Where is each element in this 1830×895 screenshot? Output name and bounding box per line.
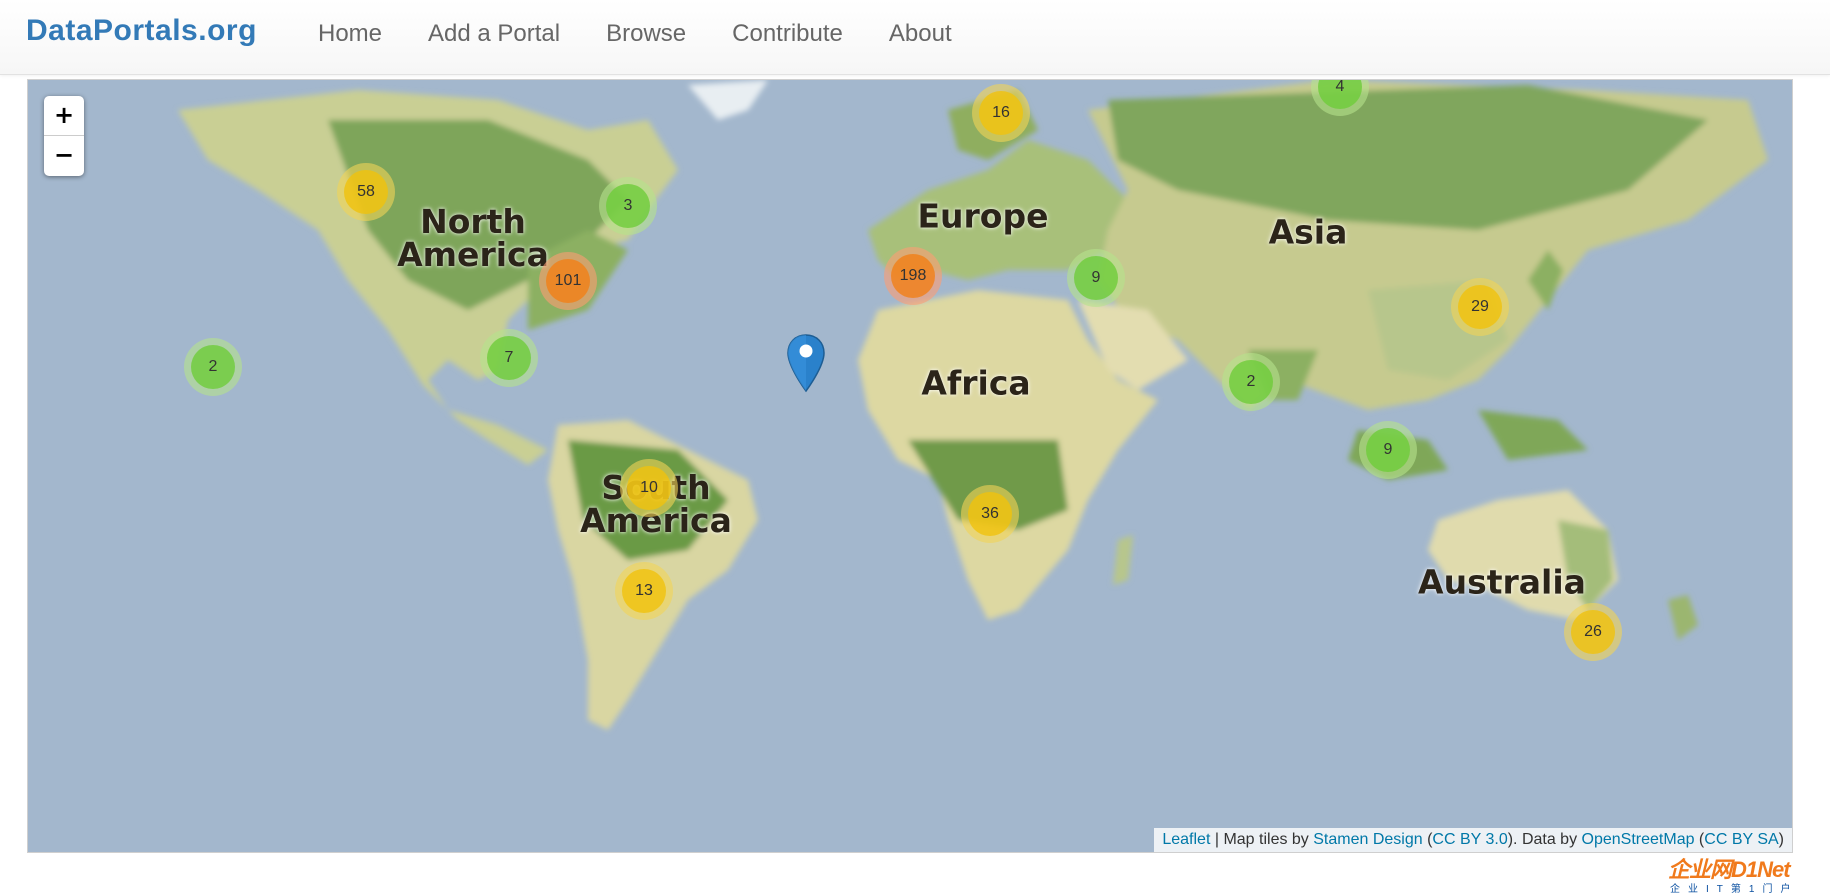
attribution-text: ( bbox=[1422, 831, 1433, 848]
cluster-count: 16 bbox=[979, 91, 1023, 135]
attribution-text: ( bbox=[1694, 831, 1705, 848]
cluster-count: 29 bbox=[1458, 285, 1502, 329]
nav-contribute[interactable]: Contribute bbox=[732, 20, 843, 48]
continent-label-asia: Asia bbox=[1269, 216, 1348, 249]
continent-label-north-america: North America bbox=[397, 205, 549, 271]
main-nav: Home Add a Portal Browse Contribute Abou… bbox=[295, 0, 975, 68]
stamen-design-link[interactable]: Stamen Design bbox=[1313, 831, 1422, 848]
map-attribution: Leaflet | Map tiles by Stamen Design (CC… bbox=[1154, 828, 1792, 852]
cluster-count: 7 bbox=[487, 336, 531, 380]
nav-about[interactable]: About bbox=[889, 20, 952, 48]
continent-name: Australia bbox=[1418, 562, 1586, 602]
cluster-marker[interactable]: 101 bbox=[539, 252, 597, 310]
nav-browse[interactable]: Browse bbox=[606, 20, 686, 48]
map-base-tiles bbox=[28, 80, 1792, 852]
cluster-count: 13 bbox=[622, 569, 666, 613]
attribution-text: ) bbox=[1778, 831, 1784, 848]
continent-name: Africa bbox=[921, 363, 1031, 403]
zoom-out-button[interactable]: − bbox=[44, 135, 84, 175]
cluster-count: 2 bbox=[1229, 360, 1273, 404]
cluster-marker[interactable]: 26 bbox=[1564, 603, 1622, 661]
cluster-marker[interactable]: 3 bbox=[599, 177, 657, 235]
cc-by-link[interactable]: CC BY 3.0 bbox=[1432, 831, 1507, 848]
continent-label-australia: Australia bbox=[1418, 566, 1586, 599]
continent-name: North America bbox=[397, 202, 549, 274]
cluster-count: 4 bbox=[1318, 80, 1362, 109]
cluster-count: 2 bbox=[191, 345, 235, 389]
cluster-marker[interactable]: 36 bbox=[961, 485, 1019, 543]
cluster-marker[interactable]: 16 bbox=[972, 84, 1030, 142]
zoom-control: + − bbox=[44, 96, 84, 176]
watermark-tagline: 企业IT第1门户 bbox=[1670, 884, 1799, 895]
continent-label-europe: Europe bbox=[918, 200, 1049, 233]
leaflet-link[interactable]: Leaflet bbox=[1162, 831, 1210, 848]
cluster-marker[interactable]: 9 bbox=[1067, 249, 1125, 307]
cluster-marker[interactable]: 10 bbox=[620, 459, 678, 517]
watermark-logo: 企业网D1Net 企业IT第1门户 bbox=[1668, 852, 1830, 895]
map-pin-marker-icon[interactable] bbox=[786, 333, 826, 393]
continent-label-africa: Africa bbox=[921, 367, 1030, 400]
nav-home[interactable]: Home bbox=[318, 20, 382, 48]
cluster-count: 58 bbox=[344, 170, 388, 214]
cluster-count: 10 bbox=[627, 466, 671, 510]
cluster-marker[interactable]: 2 bbox=[184, 338, 242, 396]
nav-add-portal[interactable]: Add a Portal bbox=[428, 20, 560, 48]
navbar: DataPortals.org Home Add a Portal Browse… bbox=[0, 0, 1830, 75]
cluster-count: 9 bbox=[1074, 256, 1118, 300]
cluster-marker[interactable]: 198 bbox=[884, 247, 942, 305]
brand-logo-link[interactable]: DataPortals.org bbox=[26, 14, 257, 48]
cc-by-sa-link[interactable]: CC BY SA bbox=[1704, 831, 1778, 848]
attribution-text: | Map tiles by bbox=[1210, 831, 1314, 848]
cluster-count: 36 bbox=[968, 492, 1012, 536]
cluster-marker[interactable]: 29 bbox=[1451, 278, 1509, 336]
cluster-count: 101 bbox=[546, 259, 590, 303]
zoom-in-button[interactable]: + bbox=[44, 96, 84, 135]
cluster-marker[interactable]: 2 bbox=[1222, 353, 1280, 411]
world-map[interactable]: + − North America South America Europe A… bbox=[27, 79, 1793, 853]
cluster-count: 9 bbox=[1366, 428, 1410, 472]
cluster-marker[interactable]: 58 bbox=[337, 163, 395, 221]
cluster-count: 3 bbox=[606, 184, 650, 228]
continent-name: Europe bbox=[917, 196, 1049, 236]
cluster-marker[interactable]: 9 bbox=[1359, 421, 1417, 479]
continent-name: Asia bbox=[1268, 212, 1348, 252]
cluster-count: 198 bbox=[891, 254, 935, 298]
cluster-count: 26 bbox=[1571, 610, 1615, 654]
cluster-marker[interactable]: 13 bbox=[615, 562, 673, 620]
openstreetmap-link[interactable]: OpenStreetMap bbox=[1582, 831, 1695, 848]
cluster-marker[interactable]: 7 bbox=[480, 329, 538, 387]
attribution-text: ). Data by bbox=[1507, 831, 1582, 848]
